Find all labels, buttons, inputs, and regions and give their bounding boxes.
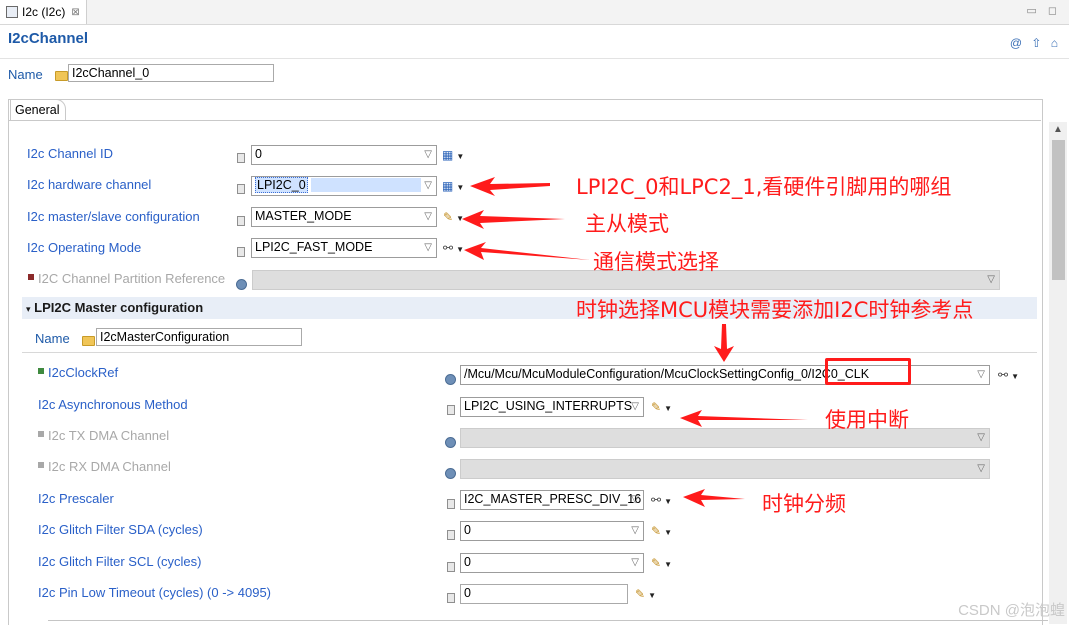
arrow-prescaler [683, 489, 745, 507]
clock-highlight-box [825, 358, 911, 385]
annotation-prescaler: 时钟分频 [762, 492, 846, 516]
annotation-async-method: 使用中断 [825, 408, 909, 432]
arrow-async-method [680, 410, 808, 427]
arrow-master-slave [462, 210, 565, 229]
watermark: CSDN @泡泡蝗 [958, 602, 1065, 619]
annotation-master-slave: 主从模式 [585, 212, 669, 236]
arrow-hardware-channel [470, 177, 550, 196]
arrow-clock-ref [714, 324, 734, 362]
annotation-hardware-channel: LPI2C_0和LPC2_1,看硬件引脚用的哪组 [576, 175, 952, 199]
annotation-clock-ref: 时钟选择MCU模块需要添加I2C时钟参考点 [576, 298, 974, 322]
arrow-operating-mode [464, 242, 590, 260]
annotation-operating-mode: 通信模式选择 [593, 250, 719, 274]
